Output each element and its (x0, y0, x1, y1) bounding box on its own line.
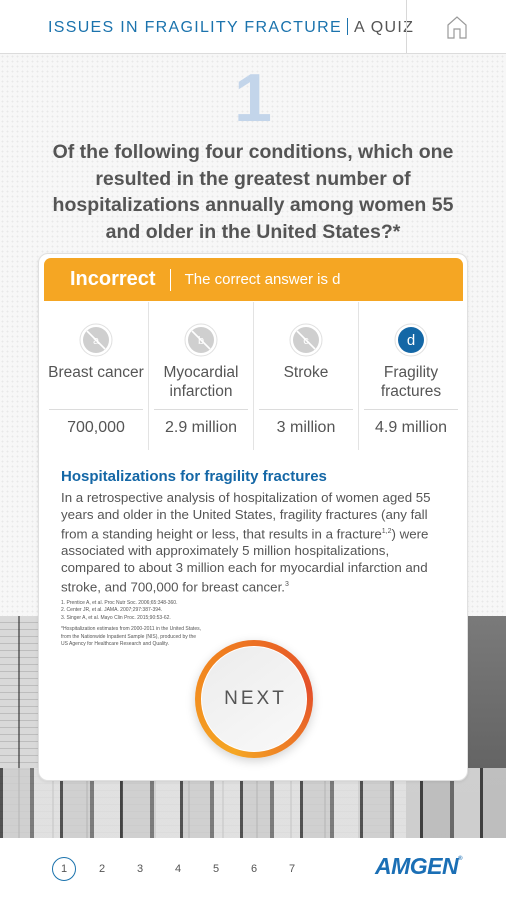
footnote: *Hospitalization estimates from 2000-201… (61, 626, 201, 648)
page-1-button[interactable]: 1 (52, 857, 76, 881)
next-button-label: NEXT (224, 688, 287, 709)
footer: 1234567 AMGEN® (0, 838, 506, 898)
option-value: 4.9 million (374, 419, 448, 436)
next-button[interactable]: NEXT (195, 640, 313, 758)
app-title-main: ISSUES IN FRAGILITY FRACTURE (48, 19, 342, 36)
page-4-button[interactable]: 4 (166, 857, 190, 881)
explanation: Hospitalizations for fragility fractures… (61, 468, 451, 596)
svg-text:d: d (407, 332, 415, 349)
explanation-heading: Hospitalizations for fragility fractures (61, 468, 327, 485)
option-b-disabled-icon: b (184, 323, 218, 357)
option-b: b Myocardial infarction 2.9 million (149, 302, 254, 450)
option-label: Fragility fractures (380, 364, 442, 400)
option-label: Stroke (283, 364, 329, 381)
references: 1. Prentice A, et al. Proc Nutr Soc. 200… (61, 600, 201, 648)
explanation-body: In a retrospective analysis of hospitali… (61, 490, 431, 595)
result-message: The correct answer is d (184, 271, 341, 288)
app-header: ISSUES IN FRAGILITY FRACTURE A QUIZ (0, 0, 506, 54)
result-status: Incorrect (70, 268, 156, 290)
option-label: Breast cancer (48, 364, 144, 381)
option-c: c Stroke 3 million (254, 302, 359, 450)
option-c-disabled-icon: c (289, 323, 323, 357)
option-label: Myocardial infarction (163, 364, 239, 400)
page-7-button[interactable]: 7 (280, 857, 304, 881)
option-d-correct-icon: d (394, 323, 428, 357)
question-text: Of the following four conditions, which … (52, 141, 454, 243)
option-value: 2.9 million (164, 419, 238, 436)
option-value: 700,000 (67, 419, 125, 436)
option-a-disabled-icon: a (79, 323, 113, 357)
reference-item: 1. Prentice A, et al. Proc Nutr Soc. 200… (61, 600, 178, 606)
page-6-button[interactable]: 6 (242, 857, 266, 881)
home-icon (446, 15, 467, 39)
result-banner: Incorrect The correct answer is d (44, 258, 463, 301)
app-title: ISSUES IN FRAGILITY FRACTURE A QUIZ (48, 18, 414, 37)
option-a: a Breast cancer 700,000 (44, 302, 149, 450)
answer-card: Incorrect The correct answer is d a Brea… (38, 253, 468, 781)
page-5-button[interactable]: 5 (204, 857, 228, 881)
option-d: d Fragility fractures 4.9 million (359, 302, 463, 450)
question-number: 1 (234, 60, 272, 136)
page-3-button[interactable]: 3 (128, 857, 152, 881)
reference-item: 2. Center JR, et al. JAMA. 2007;297:387-… (61, 607, 163, 614)
reference-item: 3. Singer A, et al. Mayo Clin Proc. 2015… (61, 614, 171, 621)
amgen-logo: AMGEN® (375, 853, 463, 879)
home-button[interactable] (406, 0, 506, 53)
option-value: 3 million (276, 419, 336, 436)
question-pager: 1234567 (52, 857, 318, 881)
answer-options: a Breast cancer 700,000 b Myocardial inf… (44, 302, 463, 450)
page-2-button[interactable]: 2 (90, 857, 114, 881)
